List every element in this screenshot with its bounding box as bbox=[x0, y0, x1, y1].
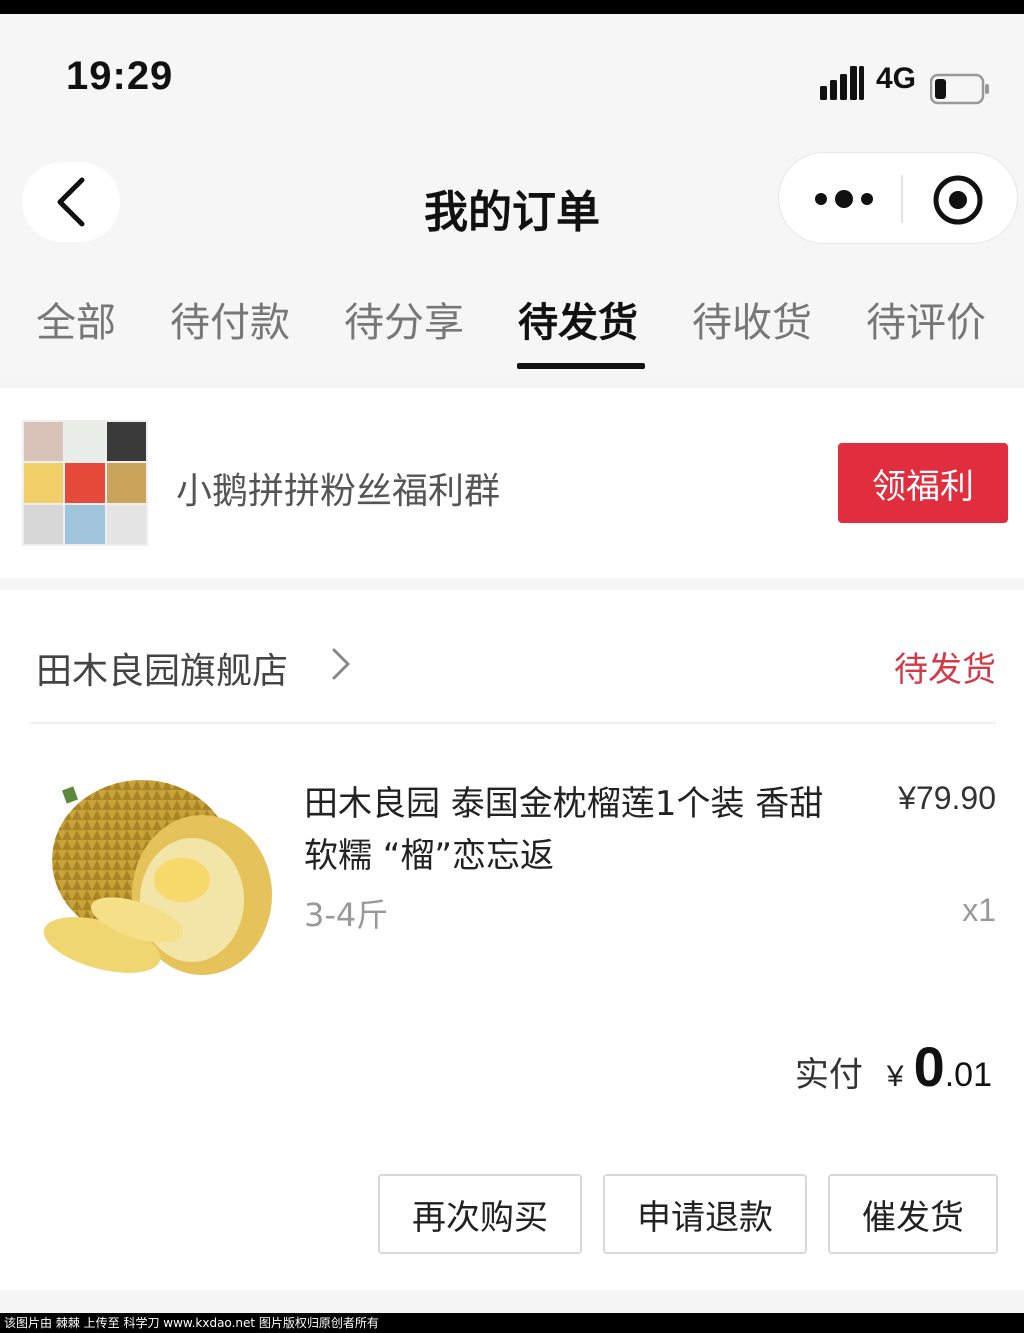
order-tabs: 全部 待付款 待分享 待发货 待收货 待评价 bbox=[0, 260, 1024, 380]
battery-icon bbox=[930, 73, 989, 105]
product-price: ¥79.90 bbox=[898, 780, 996, 816]
paid-currency: ¥ bbox=[886, 1060, 904, 1093]
active-tab-indicator bbox=[517, 363, 645, 369]
signal-icon bbox=[820, 66, 864, 100]
watermark-text: 该图片由 棘棘 上传至 科学刀 www.kxdao.net 图片版权归原创者所有 bbox=[0, 1313, 1024, 1333]
tab-pending-shipment[interactable]: 待发货 bbox=[518, 290, 638, 348]
paid-decimal: .01 bbox=[944, 1056, 992, 1094]
product-title[interactable]: 田木良园 泰国金枕榴莲1个装 香甜软糯 “榴”恋忘返 bbox=[304, 778, 824, 882]
group-banner: 小鹅拼拼粉丝福利群 领福利 bbox=[0, 388, 1024, 578]
divider bbox=[30, 722, 996, 724]
order-status: 待发货 bbox=[894, 650, 996, 690]
top-edge bbox=[0, 0, 1024, 14]
capsule-divider bbox=[901, 175, 903, 223]
paid-label: 实付 bbox=[794, 1055, 863, 1095]
chevron-right-icon[interactable] bbox=[326, 644, 356, 684]
group-avatar bbox=[22, 420, 148, 546]
status-bar: 19:29 4G bbox=[0, 14, 1024, 140]
group-name: 小鹅拼拼粉丝福利群 bbox=[176, 471, 501, 512]
product-spec: 3-4斤 bbox=[304, 896, 389, 934]
order-card: 田木良园旗舰店 待发货 田木良园 泰国金枕榴莲1个装 香甜软糯 “榴”恋忘返 ¥… bbox=[0, 590, 1024, 1290]
more-dots-icon[interactable] bbox=[809, 179, 879, 219]
request-refund-button[interactable]: 申请退款 bbox=[603, 1174, 807, 1254]
durian-product-image[interactable] bbox=[32, 760, 282, 1010]
target-circle-icon[interactable] bbox=[931, 173, 985, 227]
navbar: 我的订单 bbox=[0, 140, 1024, 260]
urge-shipment-button[interactable]: 催发货 bbox=[828, 1174, 998, 1254]
paid-integer: 0 bbox=[913, 1035, 945, 1098]
paid-amount-row: 实付 ¥ 0 .01 bbox=[795, 1034, 992, 1099]
shop-name[interactable]: 田木良园旗舰店 bbox=[36, 642, 288, 694]
claim-welfare-button[interactable]: 领福利 bbox=[838, 443, 1008, 523]
tab-pending-receipt[interactable]: 待收货 bbox=[692, 290, 812, 348]
product-quantity: x1 bbox=[962, 892, 996, 928]
tab-pending-payment[interactable]: 待付款 bbox=[170, 290, 290, 348]
rebuy-button[interactable]: 再次购买 bbox=[378, 1174, 582, 1254]
tab-pending-review[interactable]: 待评价 bbox=[866, 290, 986, 348]
network-type: 4G bbox=[876, 62, 917, 95]
status-time: 19:29 bbox=[66, 54, 174, 98]
mini-program-capsule bbox=[778, 152, 1018, 244]
tab-pending-share[interactable]: 待分享 bbox=[344, 290, 464, 348]
tab-all[interactable]: 全部 bbox=[36, 290, 116, 348]
